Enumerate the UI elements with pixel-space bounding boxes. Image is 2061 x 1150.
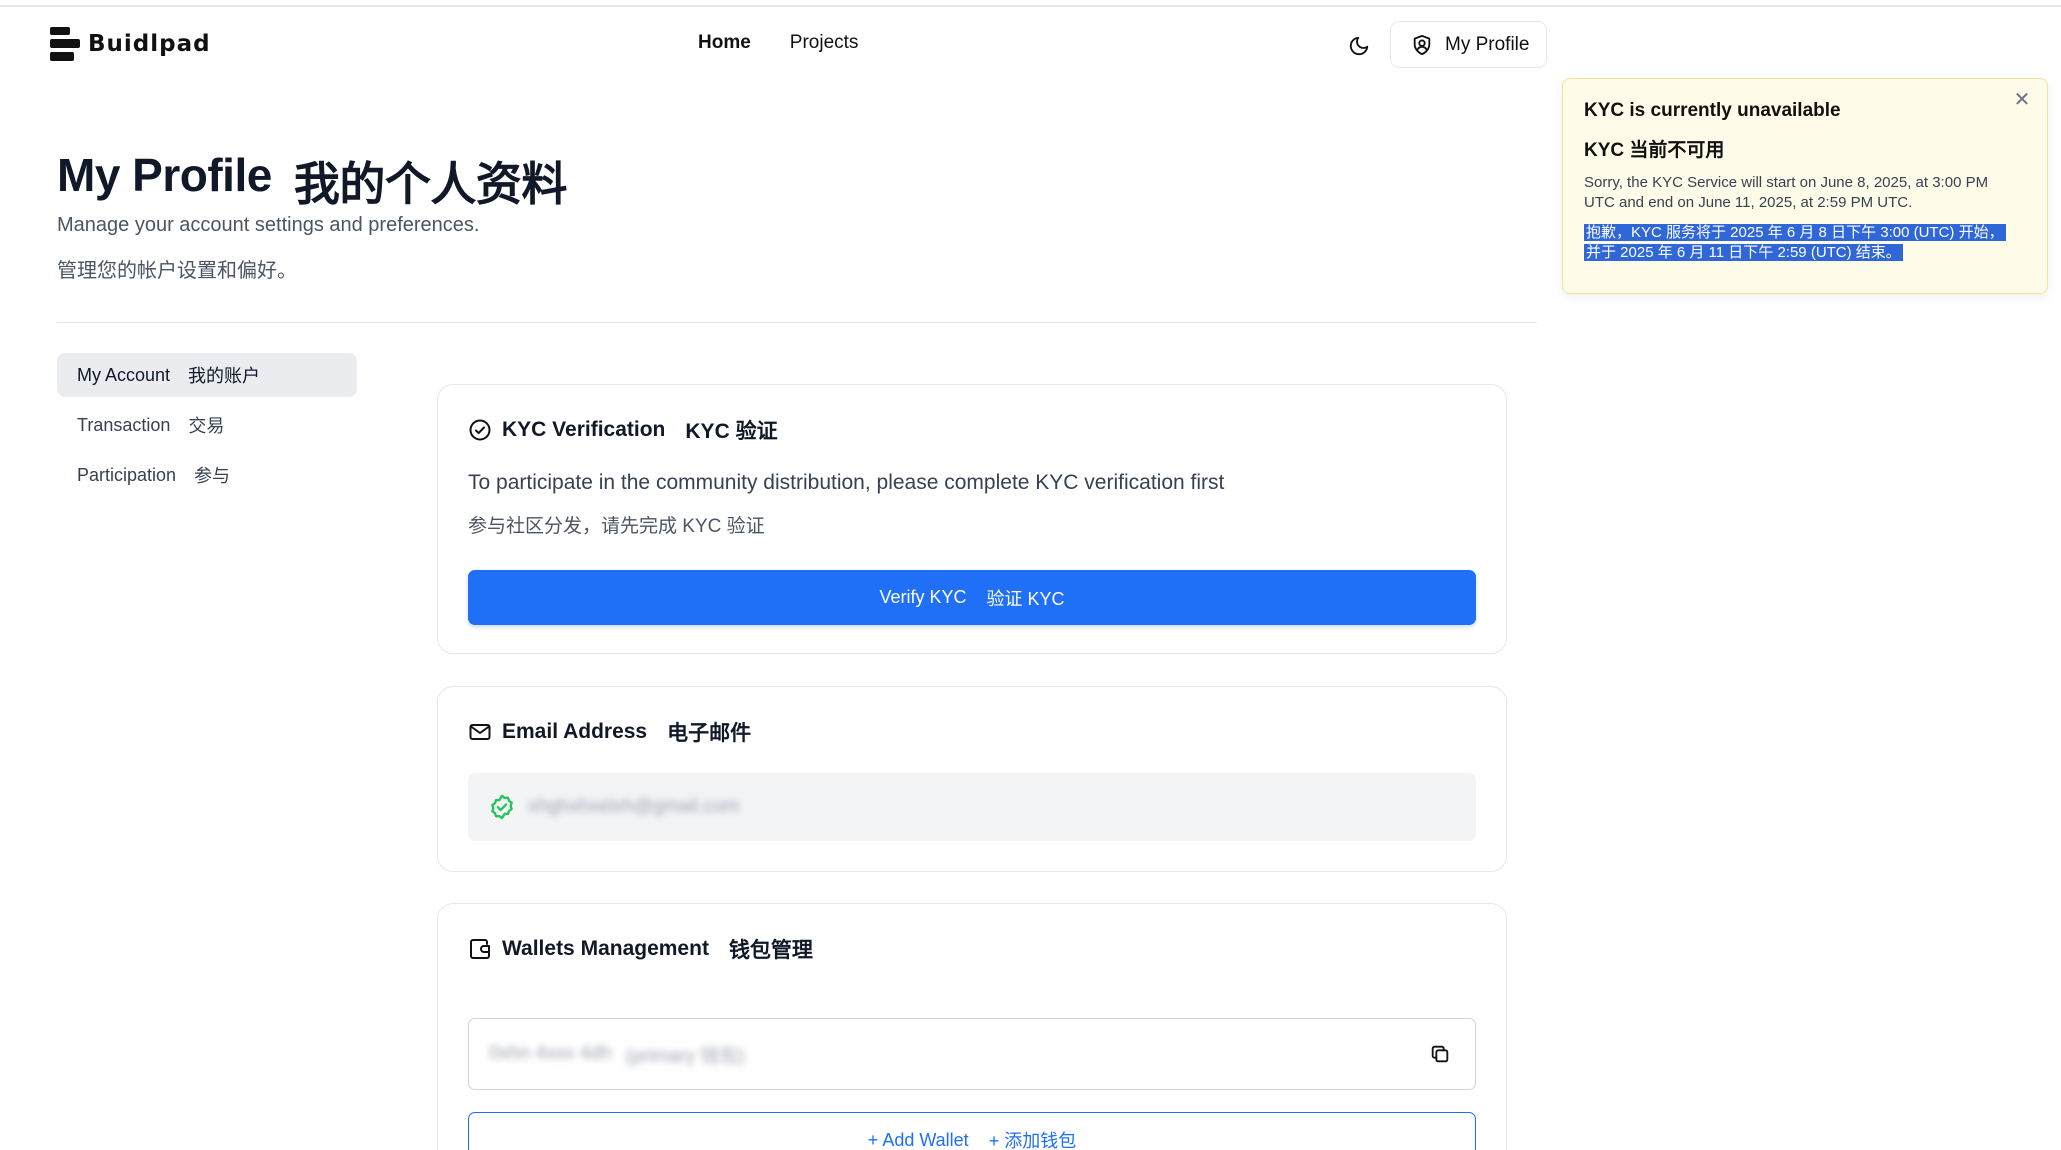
wallet-icon [470, 939, 490, 959]
kyc-description-cn: 参与社区分发，请先完成 KYC 验证 [468, 516, 765, 537]
main-nav: Home Projects [698, 32, 858, 54]
moon-icon [1349, 36, 1369, 56]
kyc-card-header: KYC Verification KYC 验证 [468, 415, 778, 445]
sidebar-item-label: Participation [77, 464, 177, 485]
close-icon[interactable]: ✕ [2011, 89, 2033, 111]
my-profile-button[interactable]: My Profile [1390, 21, 1547, 68]
add-wallet-label-cn: + 添加钱包 [988, 1131, 1077, 1150]
kyc-description: To participate in the community distribu… [468, 471, 1225, 494]
sidebar-item-label-cn: 参与 [194, 466, 231, 486]
email-card: Email Address 电子邮件 xhghxhxelxh@gmail.com [437, 686, 1507, 872]
email-value: xhghxhxelxh@gmail.com [528, 796, 740, 817]
email-title: Email Address [502, 720, 648, 743]
sidebar-item-participation[interactable]: Participation 参与 [57, 453, 357, 497]
kyc-card: KYC Verification KYC 验证 To participate i… [437, 384, 1507, 654]
toast-body: Sorry, the KYC Service will start on Jun… [1584, 174, 1989, 211]
logo[interactable]: Buidlpad [50, 26, 211, 62]
toast-body-cn: 抱歉，KYC 服务将于 2025 年 6 月 8 日下午 3:00 (UTC) … [1584, 224, 2006, 261]
copy-icon[interactable] [1429, 1043, 1451, 1065]
page-subtitle: Manage your account settings and prefere… [57, 214, 480, 236]
nav-projects[interactable]: Projects [790, 32, 859, 54]
wallets-title: Wallets Management [502, 937, 709, 960]
wallet-tag: (primary 钱包) [625, 1045, 745, 1067]
page-title-cn: 我的个人资料 [293, 158, 568, 210]
wallet-row: 0xhn 4xxx 4dh (primary 钱包) [468, 1018, 1476, 1090]
sidebar-item-label: My Account [77, 364, 171, 385]
verify-kyc-label: Verify KYC [879, 587, 967, 607]
mail-icon [469, 724, 491, 740]
verified-icon [491, 794, 513, 820]
my-profile-label: My Profile [1445, 33, 1530, 55]
wallet-address: 0xhn 4xxx 4dh [489, 1043, 612, 1064]
wallets-card: Wallets Management 钱包管理 0xhn 4xxx 4dh (p… [437, 903, 1507, 1150]
divider [57, 322, 1537, 323]
sidebar-item-transaction[interactable]: Transaction 交易 [57, 403, 357, 447]
kyc-unavailable-toast: ✕ KYC is currently unavailable KYC 当前不可用… [1562, 78, 2048, 294]
user-shield-icon [1413, 34, 1431, 55]
toast-body-cn-wrapper: 抱歉，KYC 服务将于 2025 年 6 月 8 日下午 3:00 (UTC) … [1584, 223, 2014, 263]
nav-home[interactable]: Home [698, 32, 751, 54]
sidebar: My Account 我的账户 Transaction 交易 Participa… [57, 353, 357, 503]
page-subtitle-cn: 管理您的帐户设置和偏好。 [57, 260, 297, 282]
logo-icon [50, 27, 80, 61]
page-title: My Profile 我的个人资料 [57, 148, 567, 214]
wallets-card-header: Wallets Management 钱包管理 [468, 934, 813, 964]
theme-toggle-button[interactable] [1345, 32, 1373, 60]
wallets-title-cn: 钱包管理 [728, 939, 813, 962]
check-badge-icon [469, 419, 491, 441]
verify-kyc-button[interactable]: Verify KYC 验证 KYC [468, 570, 1476, 625]
add-wallet-button[interactable]: + Add Wallet + 添加钱包 [468, 1112, 1476, 1150]
email-field: xhghxhxelxh@gmail.com [468, 773, 1476, 841]
sidebar-item-my-account[interactable]: My Account 我的账户 [57, 353, 357, 397]
sidebar-item-label-cn: 交易 [188, 416, 225, 436]
top-border [0, 0, 2061, 7]
email-title-cn: 电子邮件 [667, 722, 752, 745]
sidebar-item-label-cn: 我的账户 [188, 366, 261, 386]
page-title-en: My Profile [57, 149, 272, 201]
toast-title-cn: KYC 当前不可用 [1584, 140, 1725, 161]
verify-kyc-label-cn: 验证 KYC [986, 588, 1065, 609]
kyc-title: KYC Verification [502, 418, 666, 441]
sidebar-item-label: Transaction [77, 414, 171, 435]
add-wallet-label: + Add Wallet [867, 1129, 969, 1150]
kyc-title-cn: KYC 验证 [685, 420, 778, 443]
toast-title: KYC is currently unavailable [1584, 100, 1841, 121]
logo-text: Buidlpad [88, 31, 211, 57]
top-header: Buidlpad Home Projects My Profile [0, 7, 2061, 83]
email-card-header: Email Address 电子邮件 [468, 717, 751, 747]
